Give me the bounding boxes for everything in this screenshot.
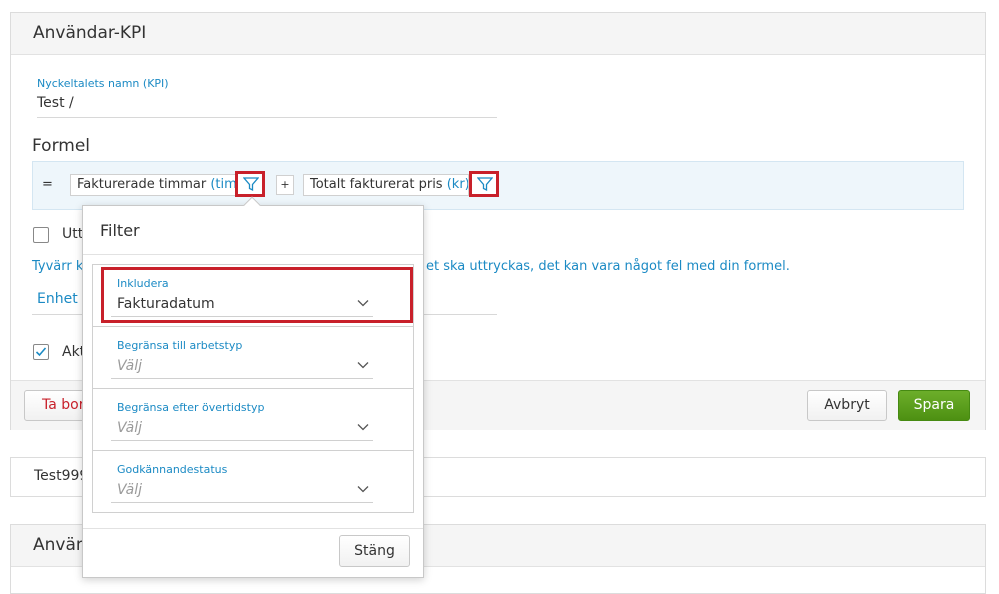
chevron-down-icon[interactable]: [357, 361, 369, 369]
term2-filter-button[interactable]: [469, 171, 499, 197]
save-button[interactable]: Spara: [898, 390, 970, 421]
card-header: Användar-KPI: [11, 13, 985, 55]
section-label: Godkännandestatus: [117, 463, 228, 476]
unit-input[interactable]: Enhet: [37, 291, 78, 307]
include-highlight-box: [101, 267, 413, 323]
select-underline: [111, 440, 373, 441]
formula-term-billed-hours[interactable]: Fakturerade timmar (tim: [70, 174, 238, 196]
filter-section-approval-status[interactable]: Godkännandestatus Välj: [93, 451, 413, 513]
term1-filter-button[interactable]: [235, 171, 265, 197]
chevron-down-icon[interactable]: [357, 485, 369, 493]
list-item-title: Test999: [34, 468, 89, 484]
error-message-left: Tyvärr k: [32, 259, 84, 274]
checkmark-icon: [35, 347, 47, 357]
filter-popup: Filter Inkludera Fakturadatum Begränsa t…: [82, 196, 424, 578]
cancel-button[interactable]: Avbryt: [807, 390, 887, 421]
active-checkbox[interactable]: [33, 344, 49, 360]
approval-status-select[interactable]: Välj: [117, 482, 142, 498]
filter-popup-title: Filter: [100, 221, 140, 240]
error-message-right: et ska uttryckas, det kan vara något fel…: [426, 259, 790, 274]
select-underline: [111, 378, 373, 379]
express-checkbox-label: Utt: [62, 226, 84, 242]
overtime-type-select[interactable]: Välj: [117, 420, 142, 436]
close-button[interactable]: Stäng: [339, 535, 410, 567]
express-checkbox[interactable]: [33, 227, 49, 243]
filter-section-overtime-type[interactable]: Begränsa efter övertidstyp Välj: [93, 389, 413, 451]
term-name: Fakturerade timmar: [77, 177, 207, 192]
filter-icon: [477, 177, 493, 192]
chevron-down-icon[interactable]: [357, 423, 369, 431]
filter-icon: [243, 177, 259, 192]
kpi-name-underline: [37, 117, 497, 118]
select-underline: [111, 502, 373, 503]
formula-term-total-price[interactable]: Totalt fakturerat pris (kr): [303, 174, 469, 196]
term-name: Totalt fakturerat pris: [310, 177, 443, 192]
term-unit: (kr): [446, 177, 469, 192]
section-label: Begränsa till arbetstyp: [117, 339, 243, 352]
popup-divider: [83, 528, 423, 529]
formula-heading: Formel: [32, 136, 91, 156]
formula-equals: =: [42, 177, 53, 192]
filter-section-work-type[interactable]: Begränsa till arbetstyp Välj: [93, 327, 413, 389]
work-type-select[interactable]: Välj: [117, 358, 142, 374]
popup-divider: [83, 254, 423, 255]
kpi-name-label: Nyckeltalets namn (KPI): [37, 77, 169, 90]
section-label: Begränsa efter övertidstyp: [117, 401, 265, 414]
card-title: Användar-KPI: [33, 23, 147, 43]
formula-operator-plus[interactable]: +: [276, 175, 294, 195]
term-unit: (tim: [210, 177, 237, 192]
formula-bar: = Fakturerade timmar (tim + Totalt faktu…: [32, 161, 964, 210]
kpi-name-input[interactable]: Test /: [37, 95, 74, 111]
card-title: Använ: [33, 535, 87, 555]
